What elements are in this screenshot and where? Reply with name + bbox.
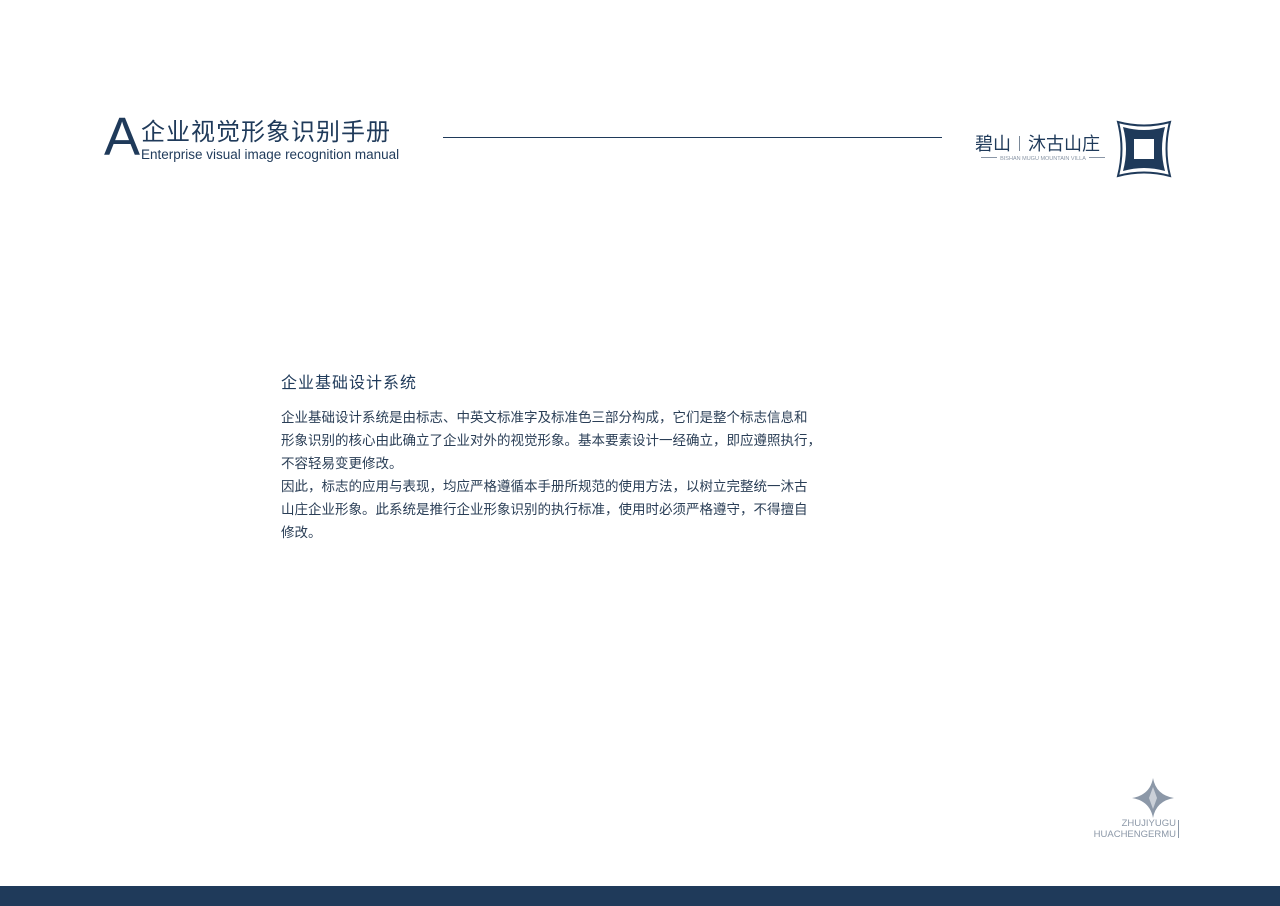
header-letter: A — [104, 107, 141, 167]
logo-dash-left — [981, 157, 998, 158]
square-frame-logo-icon — [1116, 120, 1172, 178]
footer-bar — [1178, 820, 1179, 838]
footer-wordmark: ZHUJIYUGU HUACHENGERMU — [1082, 818, 1179, 840]
body-text: 企业基础设计系统是由标志、中英文标准字及标准色三部分构成，它们是整个标志信息和 … — [281, 407, 881, 545]
logo-subtitle-row: BISHAN MUGU MOUNTAIN VILLA — [975, 155, 1111, 163]
paragraph-2-line: 山庄企业形象。此系统是推行企业形象识别的执行标准，使用时必须严格遵守，不得擅自 — [281, 502, 808, 518]
paragraph-1: 企业基础设计系统是由标志、中英文标准字及标准色三部分构成，它们是整个标志信息和 … — [281, 407, 881, 476]
logo-dash-right — [1088, 157, 1105, 158]
paragraph-2-line: 因此，标志的应用与表现，均应严格遵循本手册所规范的使用方法，以树立完整统一沐古 — [281, 479, 808, 495]
header-title-en: Enterprise visual image recognition manu… — [141, 147, 400, 162]
paragraph-2-line: 修改。 — [281, 525, 322, 541]
paragraph-1-line: 不容轻易变更修改。 — [281, 456, 403, 472]
footer-line-2: HUACHENGERMU — [1093, 829, 1176, 840]
header-divider — [443, 137, 942, 138]
header-title-cn: 企业视觉形象识别手册 — [141, 118, 391, 146]
paragraph-2: 因此，标志的应用与表现，均应严格遵循本手册所规范的使用方法，以树立完整统一沐古 … — [281, 476, 881, 545]
logo-name-right: 沐古山庄 — [1028, 134, 1100, 155]
footer-line-1: ZHUJIYUGU — [1121, 818, 1176, 829]
four-point-star-icon — [1132, 778, 1174, 818]
paragraph-1-line: 形象识别的核心由此确立了企业对外的视觉形象。基本要素设计一经确立，即应遵照执行， — [281, 433, 821, 449]
section-title: 企业基础设计系统 — [281, 373, 418, 392]
logo-name: 碧山 沐古山庄 — [975, 134, 1100, 156]
logo-name-left: 碧山 — [975, 134, 1011, 155]
logo-separator — [1019, 136, 1020, 151]
footer-band — [0, 886, 1280, 906]
paragraph-1-line: 企业基础设计系统是由标志、中英文标准字及标准色三部分构成，它们是整个标志信息和 — [281, 410, 808, 426]
logo-subtitle: BISHAN MUGU MOUNTAIN VILLA — [1000, 156, 1086, 162]
